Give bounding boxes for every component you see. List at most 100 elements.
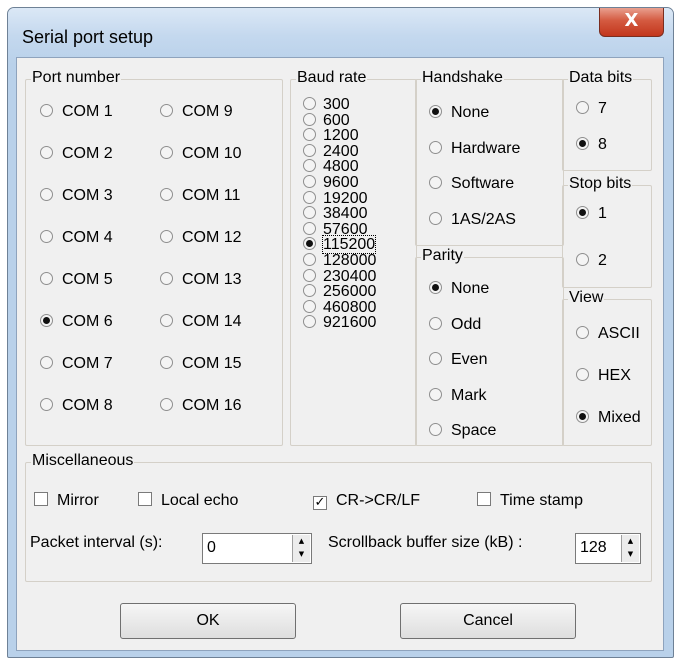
- radio-button[interactable]: [303, 237, 316, 251]
- baud-radio-9600[interactable]: 9600: [303, 175, 359, 191]
- radio-button[interactable]: [160, 146, 173, 159]
- radio-button[interactable]: [429, 211, 442, 225]
- radio-button[interactable]: [303, 143, 316, 157]
- time-stamp-checkbox[interactable]: Time stamp: [477, 491, 583, 511]
- radio-button[interactable]: [40, 356, 53, 369]
- port-radio-com-2[interactable]: COM 2: [40, 144, 113, 164]
- view-radio-hex[interactable]: HEX: [576, 366, 631, 386]
- radio-button[interactable]: [429, 176, 442, 189]
- radio-button[interactable]: [303, 175, 316, 188]
- radio-button[interactable]: [303, 112, 316, 126]
- radio-button[interactable]: [576, 253, 589, 266]
- radio-button[interactable]: [303, 221, 316, 235]
- radio-button[interactable]: [429, 387, 442, 401]
- radio-button[interactable]: [576, 410, 589, 423]
- port-radio-com-1[interactable]: COM 1: [40, 102, 113, 122]
- radio-button[interactable]: [429, 423, 442, 436]
- port-radio-com-3[interactable]: COM 3: [40, 186, 113, 206]
- local-echo-checkbox[interactable]: Local echo: [138, 491, 238, 511]
- radio-button[interactable]: [303, 206, 316, 220]
- radio-button[interactable]: [429, 140, 442, 154]
- stop-bits-radio-2[interactable]: 2: [576, 251, 607, 271]
- ok-button[interactable]: OK: [120, 603, 296, 639]
- parity-radio-even[interactable]: Even: [429, 350, 487, 370]
- radio-button[interactable]: [429, 105, 442, 118]
- parity-radio-mark[interactable]: Mark: [429, 386, 487, 406]
- mirror-checkbox-box[interactable]: [34, 492, 48, 506]
- baud-radio-230400[interactable]: 230400: [303, 268, 376, 284]
- radio-button[interactable]: [303, 128, 316, 142]
- close-button[interactable]: X: [599, 8, 664, 37]
- radio-button[interactable]: [303, 159, 316, 173]
- radio-button[interactable]: [160, 230, 173, 243]
- cancel-button[interactable]: Cancel: [400, 603, 576, 639]
- radio-button[interactable]: [303, 190, 316, 204]
- radio-button[interactable]: [160, 356, 173, 369]
- view-radio-mixed[interactable]: Mixed: [576, 408, 641, 428]
- handshake-radio-1as-2as[interactable]: 1AS/2AS: [429, 210, 516, 230]
- parity-radio-space[interactable]: Space: [429, 421, 496, 441]
- data-bits-radio-7[interactable]: 7: [576, 99, 607, 119]
- radio-button[interactable]: [303, 284, 316, 298]
- port-radio-com-4[interactable]: COM 4: [40, 228, 113, 248]
- port-radio-com-13[interactable]: COM 13: [160, 270, 242, 290]
- spin-arrows-icon[interactable]: ▲ ▼: [292, 535, 310, 562]
- handshake-radio-none[interactable]: None: [429, 103, 489, 123]
- port-radio-com-6[interactable]: COM 6: [40, 312, 113, 332]
- baud-radio-38400[interactable]: 38400: [303, 206, 368, 222]
- port-radio-com-8[interactable]: COM 8: [40, 396, 113, 416]
- parity-radio-none[interactable]: None: [429, 279, 489, 299]
- baud-radio-600[interactable]: 600: [303, 112, 350, 128]
- spin-arrows-icon[interactable]: ▲ ▼: [621, 535, 639, 562]
- packet-interval-spinner[interactable]: 0 ▲ ▼: [202, 533, 312, 564]
- baud-radio-1200[interactable]: 1200: [303, 128, 359, 144]
- radio-button[interactable]: [303, 299, 316, 313]
- radio-button[interactable]: [429, 352, 442, 365]
- radio-button[interactable]: [160, 104, 173, 117]
- radio-button[interactable]: [40, 314, 53, 327]
- port-radio-com-12[interactable]: COM 12: [160, 228, 242, 248]
- local-echo-checkbox-box[interactable]: [138, 492, 152, 506]
- port-radio-com-10[interactable]: COM 10: [160, 144, 242, 164]
- radio-button[interactable]: [303, 97, 316, 110]
- baud-radio-300[interactable]: 300: [303, 97, 350, 113]
- scrollback-buffer-spinner[interactable]: 128 ▲ ▼: [575, 533, 641, 564]
- port-radio-com-15[interactable]: COM 15: [160, 354, 242, 374]
- radio-button[interactable]: [576, 206, 589, 219]
- stop-bits-radio-1[interactable]: 1: [576, 204, 607, 224]
- parity-radio-odd[interactable]: Odd: [429, 315, 481, 335]
- crlf-checkbox-box[interactable]: ✓: [313, 496, 327, 510]
- radio-button[interactable]: [576, 368, 589, 381]
- port-radio-com-14[interactable]: COM 14: [160, 312, 242, 332]
- radio-button[interactable]: [303, 253, 316, 266]
- port-radio-com-16[interactable]: COM 16: [160, 396, 242, 416]
- radio-button[interactable]: [40, 272, 53, 285]
- radio-button[interactable]: [576, 101, 589, 114]
- radio-button[interactable]: [40, 230, 53, 243]
- baud-radio-921600[interactable]: 921600: [303, 315, 376, 331]
- baud-radio-460800[interactable]: 460800: [303, 299, 376, 315]
- radio-button[interactable]: [429, 281, 442, 294]
- radio-button[interactable]: [576, 326, 589, 339]
- radio-button[interactable]: [40, 146, 53, 159]
- crlf-checkbox[interactable]: ✓ CR->CR/LF: [313, 491, 420, 511]
- port-radio-com-11[interactable]: COM 11: [160, 186, 240, 206]
- title-bar[interactable]: Serial port setup X: [8, 8, 673, 64]
- baud-radio-128000[interactable]: 128000: [303, 253, 376, 269]
- baud-radio-115200[interactable]: 115200: [303, 235, 377, 255]
- radio-button[interactable]: [303, 268, 316, 282]
- baud-radio-2400[interactable]: 2400: [303, 143, 359, 159]
- radio-button[interactable]: [160, 188, 173, 201]
- view-radio-ascii[interactable]: ASCII: [576, 324, 640, 344]
- radio-button[interactable]: [160, 272, 173, 285]
- port-radio-com-9[interactable]: COM 9: [160, 102, 233, 122]
- radio-button[interactable]: [40, 188, 53, 201]
- handshake-radio-hardware[interactable]: Hardware: [429, 139, 520, 159]
- data-bits-radio-8[interactable]: 8: [576, 135, 607, 155]
- radio-button[interactable]: [40, 104, 53, 117]
- radio-button[interactable]: [160, 398, 173, 411]
- radio-button[interactable]: [576, 137, 589, 150]
- port-radio-com-7[interactable]: COM 7: [40, 354, 113, 374]
- scrollback-buffer-value[interactable]: 128: [580, 539, 607, 557]
- radio-button[interactable]: [40, 398, 53, 411]
